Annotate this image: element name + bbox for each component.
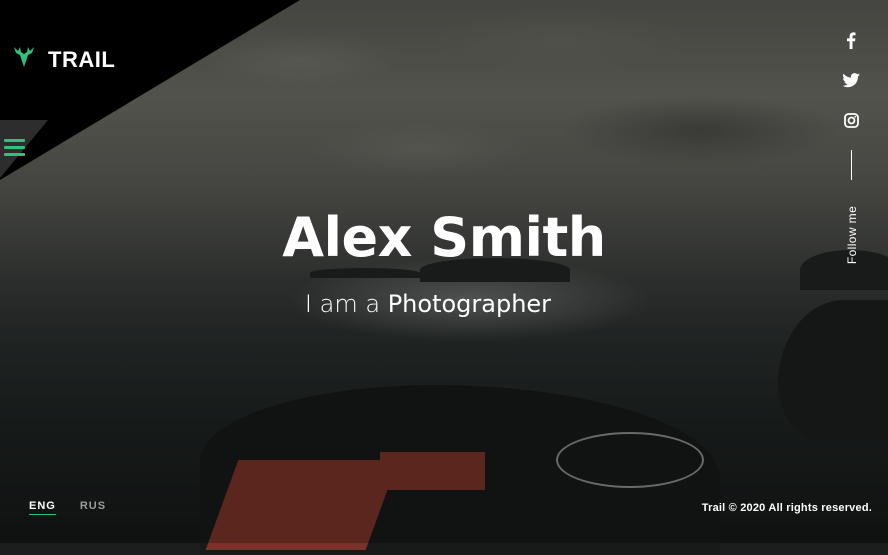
lang-eng[interactable]: ENG — [29, 500, 56, 515]
facebook-link[interactable] — [841, 30, 861, 50]
copyright: Trail © 2020 All rights reserved. — [701, 502, 872, 514]
hamburger-icon — [4, 139, 25, 142]
divider — [850, 150, 852, 180]
deer-icon — [10, 45, 38, 75]
brand-name: TRAIL — [48, 47, 116, 72]
hero-name: Alex Smith — [282, 206, 606, 269]
language-switcher: ENG RUS — [29, 500, 106, 515]
instagram-link[interactable] — [841, 110, 861, 130]
instagram-icon — [843, 112, 859, 128]
twitter-link[interactable] — [841, 70, 861, 90]
lang-rus[interactable]: RUS — [80, 500, 106, 515]
social-links — [841, 30, 861, 180]
hero-tagline: I am a Photographer — [0, 290, 856, 318]
facebook-icon — [847, 31, 856, 49]
logo[interactable]: TRAIL — [10, 45, 115, 75]
tagline-prefix: I am a — [304, 290, 381, 318]
hamburger-line — [4, 146, 25, 149]
hamburger-line — [4, 153, 25, 156]
menu-button[interactable] — [4, 139, 25, 159]
tagline-role: Photographer — [387, 290, 552, 318]
twitter-icon — [842, 72, 860, 87]
